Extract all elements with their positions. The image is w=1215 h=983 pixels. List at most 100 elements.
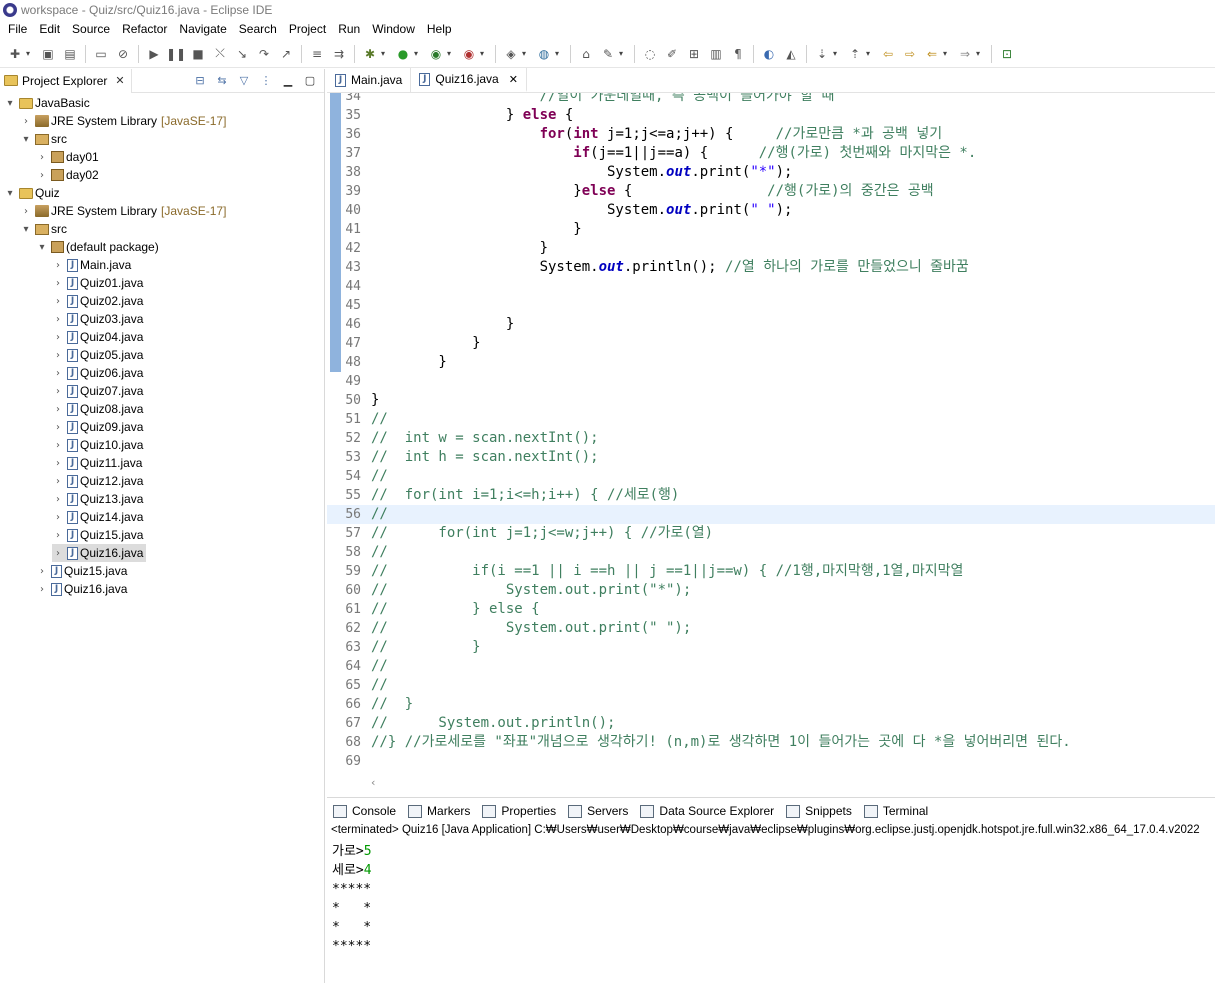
menu-help[interactable]: Help [421,19,458,40]
scroll-left-icon[interactable]: ‹ [371,776,375,789]
tree-item[interactable]: › J Quiz02.java [52,292,143,310]
menu-run[interactable]: Run [332,19,366,40]
use-step-filters-icon[interactable]: ≡ [308,45,326,63]
toggle-breadcrumb-icon[interactable]: ✐ [663,45,681,63]
step-over-icon[interactable]: ↷ [255,45,273,63]
collapsed-chevron-icon[interactable]: › [52,260,64,271]
new-java-project-dropdown-icon[interactable]: ▾ [522,49,530,58]
menu-project[interactable]: Project [283,19,332,40]
tree-item[interactable]: › J Quiz15.java [36,562,127,580]
collapsed-chevron-icon[interactable]: › [52,350,64,361]
open-task-icon[interactable]: ◭ [782,45,800,63]
collapsed-chevron-icon[interactable]: › [52,512,64,523]
maximize-icon[interactable]: ▢ [302,72,318,88]
collapsed-chevron-icon[interactable]: › [52,386,64,397]
menu-refactor[interactable]: Refactor [116,19,173,40]
tab-console[interactable]: Console [327,798,403,824]
last-edit-location-icon[interactable]: ⇦ [879,45,897,63]
open-perspective-icon[interactable]: ⊡ [998,45,1016,63]
collapsed-chevron-icon[interactable]: › [20,206,32,217]
collapsed-chevron-icon[interactable]: › [52,332,64,343]
tree-item[interactable]: › J Main.java [52,256,131,274]
new-dropdown-icon[interactable]: ▾ [26,49,34,58]
collapsed-chevron-icon[interactable]: › [52,494,64,505]
tree-item[interactable]: ▾ Quiz [4,184,59,202]
collapsed-chevron-icon[interactable]: › [52,404,64,415]
tree-item[interactable]: › J Quiz09.java [52,418,143,436]
external-tools-icon[interactable]: ◉ [460,45,478,63]
code-editor[interactable]: 34 //열이 가운데일때, 즉 공백이 들어가야 할 때 35 } else {… [327,93,1215,773]
terminal-icon[interactable]: ▭ [92,45,110,63]
tree-item[interactable]: › J Quiz13.java [52,490,143,508]
expanded-chevron-icon[interactable]: ▾ [4,188,16,199]
minimize-icon[interactable]: ▁ [280,72,296,88]
tree-item[interactable]: › J Quiz01.java [52,274,143,292]
collapsed-chevron-icon[interactable]: › [36,170,48,181]
new-class-icon[interactable]: ◍ [535,45,553,63]
tree-item[interactable]: › J Quiz07.java [52,382,143,400]
expanded-chevron-icon[interactable]: ▾ [36,242,48,253]
collapsed-chevron-icon[interactable]: › [36,152,48,163]
console-output[interactable]: 가로>5 세로>4 ***** * * * * ***** [332,842,372,956]
save-icon[interactable]: ▣ [39,45,57,63]
tree-item[interactable]: › J Quiz03.java [52,310,143,328]
collapsed-chevron-icon[interactable]: › [52,476,64,487]
back-icon[interactable]: ⇐ [923,45,941,63]
tab-snippets[interactable]: Snippets [780,798,858,824]
new-class-dropdown-icon[interactable]: ▾ [555,49,563,58]
menu-window[interactable]: Window [366,19,421,40]
show-whitespace-icon[interactable]: ▥ [707,45,725,63]
coverage-dropdown-icon[interactable]: ▾ [447,49,455,58]
menu-source[interactable]: Source [66,19,116,40]
resume-icon[interactable]: ▶ [145,45,163,63]
menu-edit[interactable]: Edit [33,19,66,40]
tree-item[interactable]: ▾ src [20,220,67,238]
back-dropdown-icon[interactable]: ▾ [943,49,951,58]
tree-item[interactable]: › J Quiz16.java [52,544,147,562]
search-dropdown-icon[interactable]: ▾ [619,49,627,58]
menu-file[interactable]: File [2,19,33,40]
toggle-block-selection-icon[interactable]: ⊞ [685,45,703,63]
tree-item[interactable]: › JRE System Library [JavaSE-17] [20,202,226,220]
collapsed-chevron-icon[interactable]: › [52,314,64,325]
collapsed-chevron-icon[interactable]: › [20,116,32,127]
tree-item[interactable]: › J Quiz15.java [52,526,143,544]
tree-item[interactable]: › J Quiz12.java [52,472,143,490]
tab-quiz16-java[interactable]: J Quiz16.java ✕ [411,68,527,92]
tree-item[interactable]: ▾ (default package) [36,238,158,256]
tree-item[interactable]: ▾ src [20,130,67,148]
collapsed-chevron-icon[interactable]: › [36,566,48,577]
tree-item[interactable]: › day02 [36,166,99,184]
search-icon[interactable]: ✎ [599,45,617,63]
tree-item[interactable]: › J Quiz05.java [52,346,143,364]
close-icon[interactable]: ✕ [509,73,518,86]
tree-item[interactable]: › J Quiz16.java [36,580,127,598]
debug-dropdown-icon[interactable]: ▾ [381,49,389,58]
menu-navigate[interactable]: Navigate [173,19,232,40]
link-with-editor-icon[interactable]: ⇆ [214,72,230,88]
collapse-all-icon[interactable]: ⊟ [192,72,208,88]
open-type-icon[interactable]: ⌂ [577,45,595,63]
show-whitespace-characters-icon[interactable]: ¶ [729,45,747,63]
new-icon[interactable]: ✚ [6,45,24,63]
next-annotation-icon[interactable]: ⇣ [813,45,831,63]
coverage-icon[interactable]: ◉ [427,45,445,63]
collapsed-chevron-icon[interactable]: › [52,278,64,289]
tree-item[interactable]: › day01 [36,148,99,166]
debug-icon[interactable]: ✱ [361,45,379,63]
tab-markers[interactable]: Markers [402,798,476,824]
expanded-chevron-icon[interactable]: ▾ [20,224,32,235]
tab-servers[interactable]: Servers [562,798,634,824]
forward-edit-icon[interactable]: ⇨ [901,45,919,63]
tree-item[interactable]: › JRE System Library [JavaSE-17] [20,112,226,130]
next-annotation-dropdown-icon[interactable]: ▾ [833,49,841,58]
collapsed-chevron-icon[interactable]: › [52,548,64,559]
tree-item[interactable]: › J Quiz11.java [52,454,142,472]
tab-data-source-explorer[interactable]: Data Source Explorer [634,798,780,824]
tree-item[interactable]: › J Quiz14.java [52,508,143,526]
collapsed-chevron-icon[interactable]: › [52,440,64,451]
filter-icon[interactable]: ▽ [236,72,252,88]
previous-annotation-dropdown-icon[interactable]: ▾ [866,49,874,58]
suspend-icon[interactable]: ❚❚ [166,45,186,63]
tree-item[interactable]: › J Quiz06.java [52,364,143,382]
